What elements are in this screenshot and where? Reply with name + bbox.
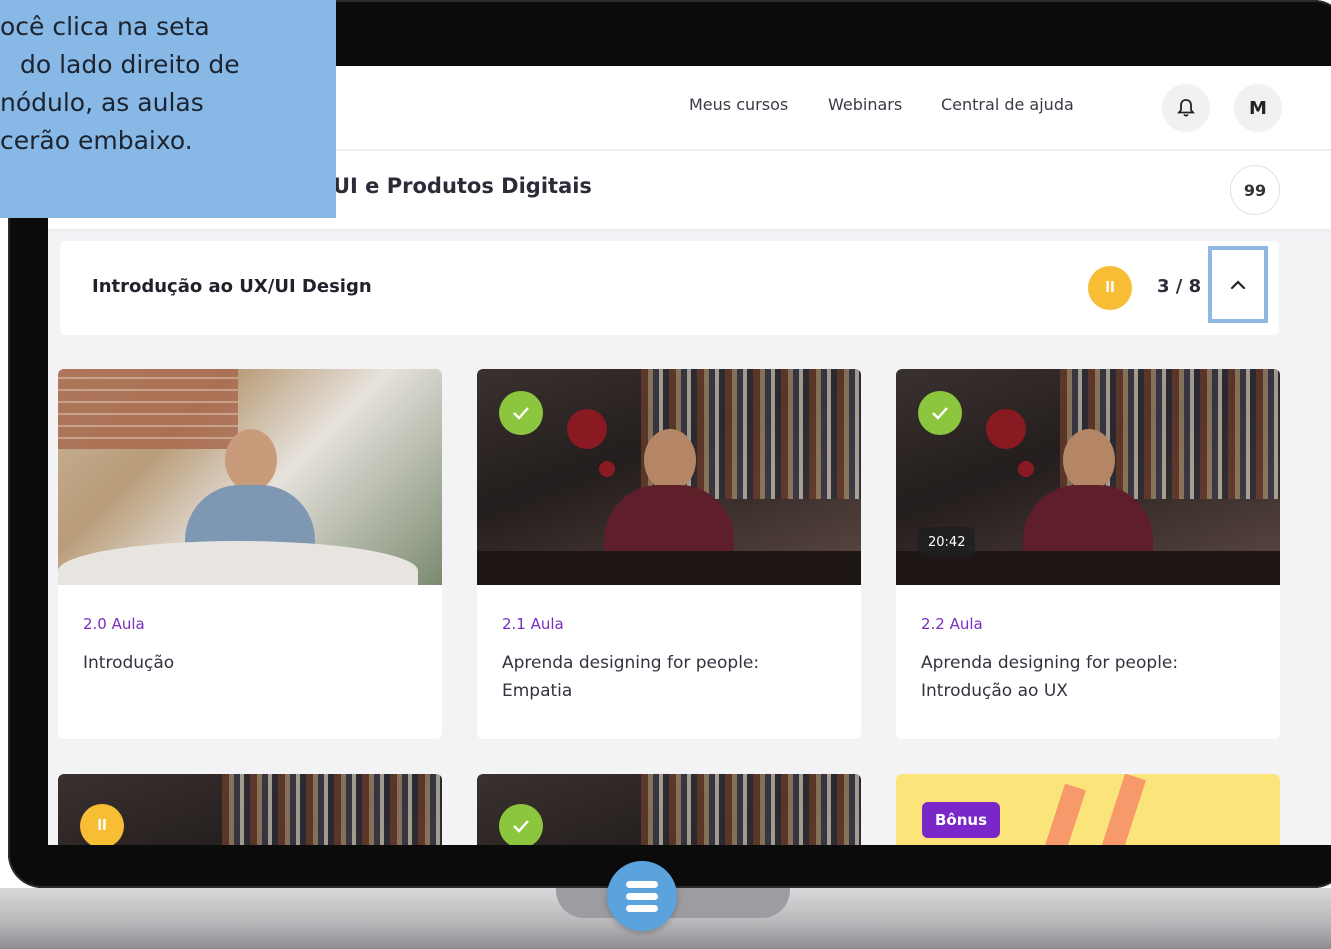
lesson-card[interactable]: 20:42 2.2 Aula Aprenda designing for peo…	[896, 369, 1280, 739]
floating-menu-button[interactable]	[607, 861, 677, 931]
completed-check-icon	[499, 391, 543, 435]
bonus-badge: Bônus	[922, 802, 1001, 838]
nav-meus-cursos[interactable]: Meus cursos	[689, 95, 788, 114]
module-title: Introdução ao UX/UI Design	[92, 276, 372, 297]
menu-bar-icon	[626, 880, 658, 888]
lesson-thumbnail	[477, 774, 861, 845]
lesson-thumbnail: 20:42	[896, 369, 1280, 585]
lesson-title: Introdução	[83, 653, 175, 673]
lesson-card[interactable]	[477, 774, 861, 845]
lesson-title: Aprenda designing for people: Empatia	[502, 653, 760, 701]
avatar[interactable]: M	[1234, 84, 1282, 132]
lesson-duration: 20:42	[918, 527, 976, 557]
completed-check-icon	[918, 391, 962, 435]
lesson-label: 2.0 Aula	[83, 615, 145, 633]
collapse-module-button[interactable]	[1208, 246, 1268, 323]
lesson-thumbnail: ll	[58, 774, 442, 845]
lesson-card[interactable]: ll	[58, 774, 442, 845]
lesson-thumbnail	[58, 369, 442, 585]
lesson-label: 2.2 Aula	[921, 615, 983, 633]
lesson-label: 2.1 Aula	[502, 615, 564, 633]
lesson-card[interactable]: 2.0 Aula Introdução	[58, 369, 442, 739]
course-title: UI e Produtos Digitais	[333, 174, 592, 198]
tutorial-callout: ocê clica na seta do lado direito de nód…	[0, 0, 336, 218]
callout-line: nódulo, as aulas	[0, 88, 204, 117]
callout-line: do lado direito de	[20, 50, 240, 79]
bonus-card[interactable]: Bônus	[896, 774, 1280, 845]
nav-central-de-ajuda[interactable]: Central de ajuda	[941, 95, 1074, 114]
menu-bar-icon	[626, 904, 658, 912]
module-header[interactable]: Introdução ao UX/UI Design ll 3 / 8	[60, 241, 1279, 335]
nav-webinars[interactable]: Webinars	[828, 95, 902, 114]
lesson-thumbnail	[477, 369, 861, 585]
bonus-thumbnail: Bônus	[896, 774, 1280, 845]
module-progress: 3 / 8	[1157, 276, 1202, 297]
callout-line: cerão embaixo.	[0, 126, 193, 155]
chevron-up-icon	[1230, 279, 1246, 289]
completed-check-icon	[499, 804, 543, 845]
lesson-card[interactable]: 2.1 Aula Aprenda designing for people: E…	[477, 369, 861, 739]
paused-icon: ll	[80, 804, 124, 845]
quote-icon[interactable]: 99	[1230, 165, 1280, 215]
bell-icon	[1177, 99, 1195, 117]
pause-icon: ll	[1088, 266, 1132, 310]
menu-bar-icon	[626, 892, 658, 900]
callout-line: ocê clica na seta	[0, 12, 210, 41]
lesson-title: Aprenda designing for people: Introdução…	[921, 653, 1179, 701]
notifications-button[interactable]	[1162, 84, 1210, 132]
